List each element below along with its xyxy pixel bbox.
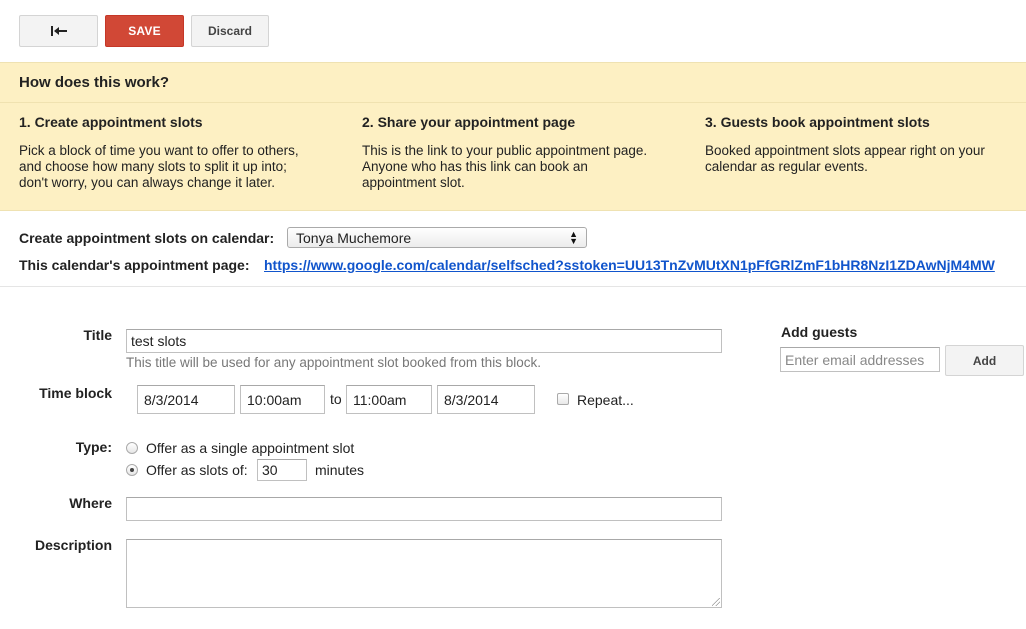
how-it-works-panel: How does this work? 1. Create appointmen… (0, 62, 1026, 211)
back-arrow-icon (50, 26, 67, 36)
end-date-input[interactable]: 8/3/2014 (437, 385, 535, 414)
description-label: Description (34, 537, 112, 553)
resize-grip-icon[interactable] (712, 598, 720, 606)
start-date-input[interactable]: 8/3/2014 (137, 385, 235, 414)
add-guest-button[interactable]: Add (945, 345, 1024, 376)
title-hint: This title will be used for any appointm… (126, 355, 541, 370)
guest-email-input[interactable]: Enter email addresses (780, 347, 940, 372)
step-create: 1. Create appointment slots Pick a block… (19, 114, 339, 191)
step-text: Pick a block of time you want to offer t… (19, 143, 299, 190)
start-time-input[interactable]: 10:00am (240, 385, 325, 414)
panel-divider (0, 102, 1026, 103)
title-label: Title (83, 327, 112, 343)
title-input[interactable]: test slots (126, 329, 722, 353)
type-label: Type: (75, 439, 112, 455)
step-title: 1. Create appointment slots (19, 114, 203, 130)
step-text: This is the link to your public appointm… (362, 143, 648, 190)
calendar-select[interactable]: Tonya Muchemore ▲ ▼ (287, 227, 587, 248)
repeat-checkbox[interactable] (557, 393, 569, 405)
where-label: Where (69, 495, 112, 511)
section-divider (0, 286, 1026, 287)
time-block-label: Time block (39, 385, 112, 401)
save-button[interactable]: SAVE (105, 15, 184, 47)
step-title: 3. Guests book appointment slots (705, 114, 930, 130)
to-label: to (330, 391, 342, 407)
description-textarea[interactable] (126, 539, 722, 608)
how-it-works-heading: How does this work? (19, 74, 170, 91)
single-slot-radio[interactable] (126, 442, 138, 454)
single-slot-label[interactable]: Offer as a single appointment slot (146, 440, 354, 456)
calendar-select-label: Create appointment slots on calendar: (19, 230, 275, 246)
select-arrows-icon: ▲ ▼ (569, 228, 578, 246)
end-time-input[interactable]: 11:00am (346, 385, 432, 414)
step-text: Booked appointment slots appear right on… (705, 143, 985, 174)
step-share: 2. Share your appointment page This is t… (362, 114, 682, 191)
appointment-page-label: This calendar's appointment page: (19, 257, 250, 273)
step-book: 3. Guests book appointment slots Booked … (705, 114, 1025, 175)
minutes-label: minutes (315, 462, 365, 478)
where-input[interactable] (126, 497, 722, 521)
add-guests-heading: Add guests (781, 324, 858, 340)
appointment-page-link[interactable]: https://www.google.com/calendar/selfsche… (264, 257, 1026, 273)
back-button[interactable] (19, 15, 98, 47)
repeat-label[interactable]: Repeat... (577, 392, 634, 408)
multiple-slots-label[interactable]: Offer as slots of: (146, 462, 248, 478)
discard-button[interactable]: Discard (191, 15, 269, 47)
step-title: 2. Share your appointment page (362, 114, 576, 130)
calendar-select-value: Tonya Muchemore (296, 229, 412, 246)
slot-minutes-input[interactable]: 30 (257, 459, 307, 481)
multiple-slots-radio[interactable] (126, 464, 138, 476)
